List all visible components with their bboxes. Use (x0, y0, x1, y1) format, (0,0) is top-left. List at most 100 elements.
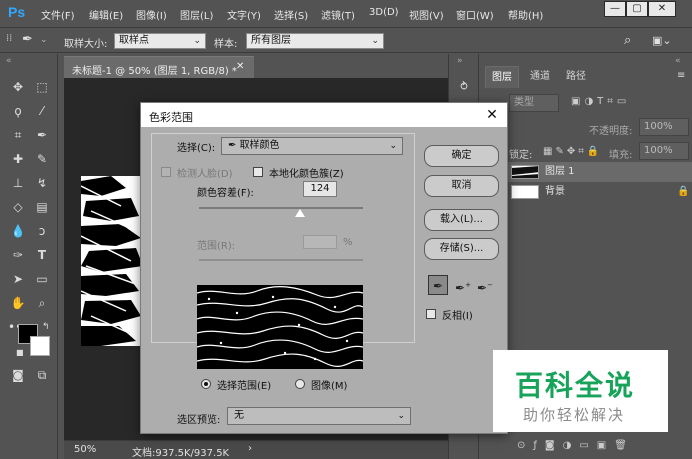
move-tool-icon[interactable]: ✥ (8, 78, 28, 96)
background-color-swatch[interactable] (30, 336, 50, 356)
fuzziness-label: 颜色容差(F): (197, 188, 254, 199)
healing-brush-tool-icon[interactable]: ✚ (8, 150, 28, 168)
menu-layer[interactable]: 图层(L) (180, 7, 213, 22)
sample-size-select[interactable]: 取样点 ⌄ (114, 33, 206, 49)
menu-view[interactable]: 视图(V) (409, 7, 444, 22)
select-dropdown[interactable]: ✒ 取样颜色 ⌄ (221, 137, 403, 155)
screen-mode-icon[interactable]: ⧉ (32, 366, 52, 384)
chevron-down-icon: ⌄ (397, 411, 405, 421)
magic-wand-tool-icon[interactable]: ⁄ (32, 102, 52, 120)
history-brush-tool-icon[interactable]: ↯ (32, 174, 52, 192)
preview-value: 无 (234, 410, 244, 421)
default-colors-icon[interactable]: ■ (16, 348, 24, 357)
brush-tool-icon[interactable]: ✎ (32, 150, 52, 168)
watermark-title: 百科全说 (515, 369, 636, 402)
dodge-tool-icon[interactable]: ↄ (32, 222, 52, 240)
restore-button[interactable]: ▢ (626, 1, 648, 17)
eyedropper-icon[interactable]: ✒ (32, 126, 52, 144)
localized-clusters-label: 本地化颜色簇(Z) (269, 169, 344, 180)
layer-action-icons[interactable]: ⊙ƒ◙◑▭▣🗑 (517, 440, 635, 451)
eyedropper-icon[interactable]: ✒ (428, 275, 448, 295)
path-selection-tool-icon[interactable]: ➤ (8, 270, 28, 288)
quick-mask-icon[interactable]: ◙ (8, 366, 28, 384)
stamp-tool-icon[interactable]: ⊥ (8, 174, 28, 192)
sample-select[interactable]: 所有图层 ⌄ (246, 33, 384, 49)
fuzziness-slider-handle[interactable] (295, 209, 305, 217)
mask-preview[interactable] (197, 285, 363, 369)
rectangle-tool-icon[interactable]: ▭ (32, 270, 52, 288)
tab-channels[interactable]: 通道 (523, 66, 557, 88)
close-button[interactable]: ✕ (648, 1, 676, 17)
cancel-button[interactable]: 取消 (424, 175, 499, 197)
eyedropper-tool-icon[interactable]: ✒ (22, 32, 33, 47)
range-slider-track[interactable] (199, 259, 363, 261)
selection-preview-select[interactable]: 无 ⌄ (227, 407, 411, 425)
layer-row[interactable]: 背景 🔒 (507, 182, 692, 202)
localized-clusters-checkbox[interactable] (253, 167, 263, 177)
tab-paths[interactable]: 路径 (559, 66, 593, 88)
lasso-tool-icon[interactable]: ϙ (8, 102, 28, 120)
canvas-image[interactable] (81, 176, 145, 346)
search-icon[interactable]: ⌕ (624, 33, 631, 48)
range-input[interactable] (303, 235, 337, 249)
dialog-titlebar[interactable]: 色彩范围 ✕ (141, 103, 507, 127)
zoom-level[interactable]: 50% (74, 444, 96, 455)
tool-preset-chevron-icon[interactable]: ⌄ (40, 35, 48, 45)
document-tab[interactable]: 未标题-1 @ 50% (图层 1, RGB/8) * ✕ (64, 56, 254, 78)
panel-menu-icon[interactable]: ≡ (677, 70, 685, 81)
photoshop-logo: Ps (8, 4, 26, 20)
selection-radio[interactable] (201, 379, 211, 389)
menu-file[interactable]: 文件(F) (41, 7, 75, 22)
dialog-close-button[interactable]: ✕ (481, 106, 503, 124)
tab-layers[interactable]: 图层 (485, 66, 519, 88)
layer-name: 图层 1 (545, 166, 575, 177)
opacity-field[interactable]: 100% (639, 118, 689, 136)
menu-help[interactable]: 帮助(H) (508, 7, 543, 22)
eraser-tool-icon[interactable]: ◇ (8, 198, 28, 216)
status-menu-arrow-icon[interactable]: › (248, 443, 252, 454)
crop-tool-icon[interactable]: ⌗ (8, 126, 28, 144)
menu-type[interactable]: 文字(Y) (227, 7, 261, 22)
save-button[interactable]: 存储(S)... (424, 238, 499, 260)
collapse-arrows-icon[interactable]: « (675, 56, 681, 66)
hand-tool-icon[interactable]: ✋ (8, 294, 28, 312)
detect-faces-checkbox[interactable] (161, 167, 171, 177)
select-eyedropper-icon: ✒ (228, 140, 240, 151)
fill-field[interactable]: 100% (639, 142, 689, 160)
zoom-tool-icon[interactable]: ⌕ (32, 294, 52, 312)
collapse-arrows-icon[interactable]: « (6, 56, 12, 66)
menu-edit[interactable]: 编辑(E) (89, 7, 123, 22)
fuzziness-slider-track[interactable] (199, 207, 363, 209)
swap-colors-icon[interactable]: ↰ (42, 322, 50, 332)
load-button[interactable]: 载入(L)... (424, 209, 499, 231)
options-bar: ⁞⁞ ✒ ⌄ 取样大小: 取样点 ⌄ 样本: 所有图层 ⌄ ⌕ ▣⌄ (0, 29, 692, 53)
layer-thumbnail (511, 185, 539, 199)
eyedropper-add-icon[interactable]: ✒+ (453, 275, 473, 295)
workspace-icon[interactable]: ▣⌄ (652, 34, 672, 47)
collapse-arrows-icon[interactable]: » (457, 56, 463, 66)
menu-3d[interactable]: 3D(D) (369, 7, 399, 18)
image-radio[interactable] (295, 379, 305, 389)
menu-filter[interactable]: 滤镜(T) (321, 7, 355, 22)
layer-filter-kind[interactable]: 类型 (509, 94, 559, 112)
pen-tool-icon[interactable]: ✑ (8, 246, 28, 264)
menu-window[interactable]: 窗口(W) (456, 7, 494, 22)
marquee-tool-icon[interactable]: ⬚ (32, 78, 52, 96)
layer-actions-bar[interactable]: ⊙ƒ◙◑▭▣🗑 (507, 436, 692, 456)
blur-tool-icon[interactable]: 💧 (8, 222, 28, 240)
history-panel-icon[interactable]: ⥁ (454, 78, 474, 96)
minimize-button[interactable]: — (604, 1, 626, 17)
gradient-tool-icon[interactable]: ▤ (32, 198, 52, 216)
layer-row[interactable]: 图层 1 (507, 162, 692, 182)
layer-filter-icons[interactable]: ▣◑T⌗▭ (571, 96, 630, 107)
invert-checkbox[interactable] (426, 309, 436, 319)
close-tab-icon[interactable]: ✕ (236, 61, 244, 72)
document-title: 未标题-1 @ 50% (图层 1, RGB/8) * (72, 66, 237, 77)
eyedropper-subtract-icon[interactable]: ✒− (475, 275, 495, 295)
menu-image[interactable]: 图像(I) (136, 7, 167, 22)
ok-button[interactable]: 确定 (424, 145, 499, 167)
menu-select[interactable]: 选择(S) (274, 7, 308, 22)
fuzziness-input[interactable]: 124 (303, 181, 337, 197)
type-tool-icon[interactable]: T (32, 246, 52, 264)
lock-icons[interactable]: ▦✎✥⌗🔒 (543, 146, 602, 157)
